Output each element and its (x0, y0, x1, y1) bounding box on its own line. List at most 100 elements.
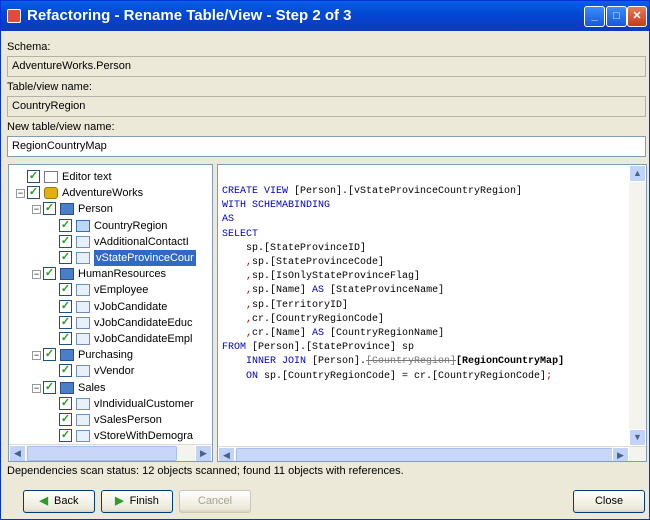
close-button[interactable]: Close (573, 490, 645, 513)
scroll-up-arrow-icon[interactable]: ▲ (629, 165, 646, 182)
tree-node-label: vJobCandidateEduc (94, 316, 193, 329)
minimize-button[interactable]: _ (584, 6, 605, 27)
tree-node[interactable]: − ✓ Sales (9, 380, 212, 396)
tree-node-label: vEmployee (94, 284, 149, 297)
tree-node-label: Person (78, 203, 113, 216)
collapse-toggle-icon[interactable]: − (32, 383, 41, 393)
tree-checkbox[interactable]: ✓ (59, 315, 72, 329)
code-token: ; (546, 370, 553, 382)
sql-code[interactable]: CREATE VIEW [Person].[vStateProvinceCoun… (222, 185, 564, 384)
tree-checkbox[interactable]: ✓ (59, 364, 72, 378)
tree-node-label: vAdditionalContactI (94, 235, 189, 248)
doc-icon (44, 171, 58, 183)
tree-checkbox[interactable]: ✓ (59, 283, 72, 297)
tree-checkbox[interactable]: ✓ (59, 332, 72, 345)
back-button-label: Back (54, 495, 79, 507)
tree-checkbox[interactable]: ✓ (59, 251, 72, 264)
tree-node[interactable]: − ✓ Person (9, 201, 212, 217)
tree-node-label: AdventureWorks (62, 187, 144, 200)
view-icon (76, 252, 90, 264)
collapse-toggle-icon[interactable]: − (16, 189, 25, 199)
tree-node[interactable]: ✓ vAdditionalContactI (9, 234, 212, 250)
schema-label: Schema: (7, 41, 51, 53)
tree-checkbox[interactable]: ✓ (27, 186, 40, 200)
tree-node[interactable]: ✓ vVendor (9, 363, 212, 379)
view-icon (76, 316, 90, 329)
tree-node[interactable]: ✓ Editor text (9, 169, 212, 185)
tree-node-label: Editor text (62, 171, 112, 183)
scroll-right-arrow-icon[interactable]: ▶ (612, 447, 629, 461)
tree-node[interactable]: ✓ vSalesPerson (9, 412, 212, 428)
refactoring-dialog: Refactoring - Rename Table/View - Step 2… (0, 0, 650, 520)
tree-checkbox[interactable]: ✓ (59, 413, 72, 426)
tree-horizontal-scrollbar[interactable]: ◀ ▶ (9, 444, 212, 461)
code-token: AS (312, 285, 325, 297)
code-token: [StateProvinceName] (324, 285, 445, 297)
code-token: cr.[CountryRegionCode] (252, 313, 385, 325)
folder-icon (60, 268, 74, 281)
tree-scroll-thumb[interactable] (27, 446, 177, 461)
tree-node-label: vIndividualCustomer (94, 397, 194, 410)
title-bar[interactable]: Refactoring - Rename Table/View - Step 2… (1, 1, 649, 31)
tree-checkbox[interactable]: ✓ (59, 234, 72, 248)
tree-checkbox[interactable]: ✓ (43, 202, 56, 216)
tree-node[interactable]: ✓ vStoreWithDemogra (9, 428, 212, 444)
table-name-label: Table/view name: (7, 81, 92, 93)
scroll-right-arrow-icon[interactable]: ▶ (195, 445, 212, 461)
tree-node-label: vVendor (94, 365, 135, 378)
view-icon (76, 397, 90, 410)
tree-node-label: vStoreWithDemogra (94, 430, 194, 443)
view-icon (76, 300, 90, 313)
code-token: [Person].[vStateProvinceCountryRegion] (288, 186, 523, 197)
collapse-toggle-icon[interactable]: − (32, 205, 41, 215)
tree-node[interactable]: ✓ CountryRegion (9, 218, 212, 234)
code-token: [CountryRegionName] (324, 328, 445, 340)
tree-checkbox[interactable]: ✓ (59, 429, 72, 443)
tree-node-label: vJobCandidate (94, 300, 168, 313)
folder-icon (60, 381, 74, 394)
collapse-toggle-icon[interactable]: − (32, 270, 41, 280)
tree-node[interactable]: ✓ vEmployee (9, 282, 212, 298)
tree-checkbox[interactable]: ✓ (43, 267, 56, 281)
code-token: sp.[StateProvinceCode] (252, 257, 385, 269)
sql-editor[interactable]: CREATE VIEW [Person].[vStateProvinceCoun… (217, 164, 647, 462)
code-token: sp.[Name] (252, 285, 313, 297)
finish-button[interactable]: ▶ Finish (101, 490, 173, 513)
maximize-button[interactable]: □ (606, 6, 627, 27)
tree-node[interactable]: − ✓ AdventureWorks (9, 185, 212, 201)
tree-node[interactable]: ✓ vStateProvinceCour (9, 250, 212, 266)
folder-icon (60, 203, 74, 216)
scroll-down-arrow-icon[interactable]: ▼ (629, 429, 646, 446)
tree-node[interactable]: − ✓ Purchasing (9, 347, 212, 363)
tree-node[interactable]: ✓ vIndividualCustomer (9, 396, 212, 412)
dependency-tree[interactable]: ✓ vStoreWithDemogra ✓ vSalesPerson ✓ vIndivid… (8, 164, 213, 462)
collapse-toggle-icon[interactable]: − (32, 351, 41, 361)
code-token: , (222, 328, 253, 340)
tree-node[interactable]: − ✓ HumanResources (9, 266, 212, 282)
tree-checkbox[interactable]: ✓ (59, 299, 72, 313)
tree-checkbox[interactable]: ✓ (43, 380, 56, 394)
tree-node-label: Purchasing (78, 349, 134, 362)
code-token: sp.[CountryRegionCode] = cr.[CountryRegi… (258, 370, 547, 382)
close-window-button[interactable]: ✕ (627, 6, 647, 27)
cancel-button-label: Cancel (197, 495, 233, 507)
back-button[interactable]: ◀ Back (23, 490, 95, 513)
editor-horizontal-scrollbar[interactable]: ◀ ▶ (218, 446, 646, 461)
back-arrow-icon: ◀ (39, 495, 48, 507)
editor-scroll-thumb[interactable] (236, 448, 621, 461)
old-name-strikethrough: [CountryRegion] (366, 356, 457, 368)
tree-node[interactable]: ✓ vJobCandidate (9, 299, 212, 315)
tree-checkbox[interactable]: ✓ (27, 170, 40, 183)
scroll-left-arrow-icon[interactable]: ◀ (9, 445, 26, 461)
editor-vertical-scrollbar[interactable]: ▲ ▼ (629, 165, 646, 446)
tree-checkbox[interactable]: ✓ (59, 396, 72, 410)
cancel-button[interactable]: Cancel (179, 490, 251, 513)
tree-node[interactable]: ✓ vJobCandidateEduc (9, 315, 212, 331)
scroll-left-arrow-icon[interactable]: ◀ (218, 447, 235, 461)
code-token: AS (222, 214, 235, 226)
new-name-input[interactable]: RegionCountryMap (7, 136, 646, 157)
tree-checkbox[interactable]: ✓ (59, 218, 72, 232)
view-icon (76, 365, 90, 378)
tree-checkbox[interactable]: ✓ (43, 348, 56, 362)
tree-node[interactable]: ✓ vJobCandidateEmpl (9, 331, 212, 347)
